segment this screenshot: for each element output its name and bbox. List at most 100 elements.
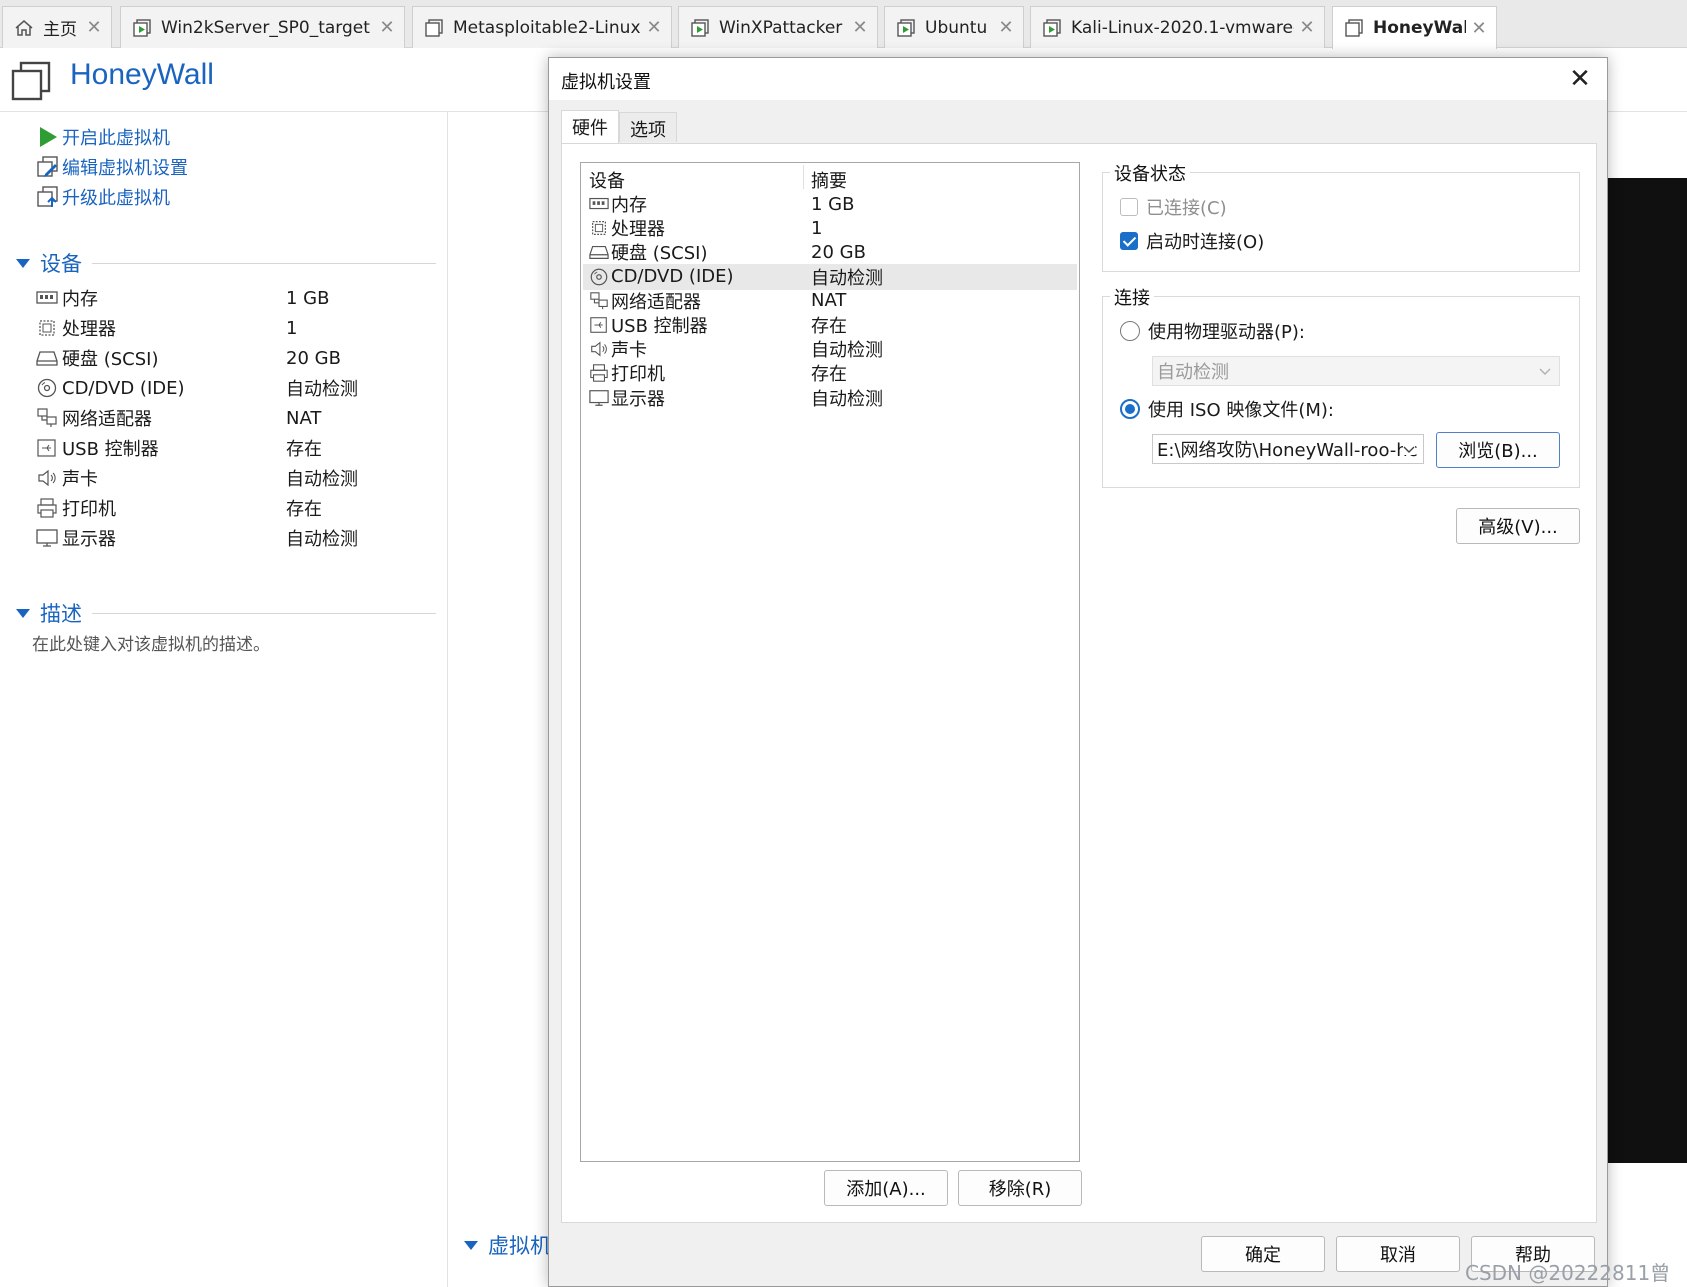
tab-win2kserver[interactable]: Win2kServer_SP0_target ✕ — [120, 6, 405, 48]
vm-icon — [425, 18, 443, 37]
hardware-page: 设备 摘要 内存 1 GB 处理器 1 硬盘 (SCSI) 20 GB CD/DVD (ID… — [561, 143, 1597, 1223]
vm-details-section-header[interactable]: 虚拟机 — [464, 1230, 551, 1260]
speaker-icon — [38, 469, 56, 487]
section-title: 虚拟机 — [488, 1234, 551, 1258]
device-summary: NAT — [811, 290, 847, 312]
close-icon[interactable]: ✕ — [1294, 17, 1320, 38]
physical-drive-select[interactable]: 自动检测 — [1152, 356, 1560, 386]
close-icon[interactable]: ✕ — [847, 17, 873, 38]
device-value: 存在 — [286, 499, 322, 520]
description-section-header[interactable]: 描述 — [14, 598, 436, 628]
device-name: 硬盘 (SCSI) — [62, 349, 159, 370]
vm-summary-pane: 开启此虚拟机 编辑虚拟机设置 升级此虚拟机 设备 内存 1 GB 处理器 1 硬盘 (S… — [0, 112, 448, 1287]
speaker-icon — [591, 341, 607, 357]
tab-winxpattacker[interactable]: WinXPattacker ✕ — [678, 6, 878, 48]
device-list-item[interactable]: 声卡 自动检测 — [583, 336, 1077, 362]
dialog-titlebar[interactable]: 虚拟机设置 ✕ — [549, 58, 1607, 100]
close-icon[interactable]: ✕ — [1563, 62, 1597, 96]
device-list-item[interactable]: 处理器 1 — [583, 215, 1077, 241]
tab-label: HoneyWall — [1373, 18, 1466, 38]
iso-image-radio[interactable]: 使用 ISO 映像文件(M): — [1120, 396, 1334, 422]
vm-running-icon — [1043, 18, 1061, 37]
device-name: CD/DVD (IDE) — [62, 377, 185, 399]
device-summary: 自动检测 — [811, 388, 883, 410]
device-list-item[interactable]: USB 控制器 存在 — [583, 312, 1077, 338]
collapse-icon — [16, 608, 30, 618]
column-header-summary[interactable]: 摘要 — [811, 167, 847, 193]
device-summary-row[interactable]: 硬盘 (SCSI) 20 GB — [34, 342, 434, 374]
device-list-item[interactable]: 网络适配器 NAT — [583, 288, 1077, 314]
device-value: NAT — [286, 407, 322, 429]
add-device-button[interactable]: 添加(A)... — [824, 1170, 948, 1206]
connected-checkbox[interactable]: 已连接(C) — [1120, 194, 1227, 220]
browse-button[interactable]: 浏览(B)... — [1436, 432, 1560, 468]
remove-device-button[interactable]: 移除(R) — [958, 1170, 1082, 1206]
chevron-down-icon[interactable] — [1403, 443, 1415, 455]
tab-hardware[interactable]: 硬件 — [561, 110, 619, 144]
tab-home[interactable]: 主页 ✕ — [2, 6, 112, 48]
checkbox-box — [1120, 198, 1138, 216]
device-summary-row[interactable]: 处理器 1 — [34, 312, 434, 344]
usb-icon — [37, 439, 56, 457]
close-icon[interactable]: ✕ — [374, 17, 400, 38]
upgrade-link[interactable]: 升级此虚拟机 — [36, 184, 170, 210]
radio-dot — [1120, 399, 1140, 419]
device-summary: 1 — [811, 217, 823, 239]
iso-path-combo[interactable]: E:\网络攻防\HoneyWall-roo-hc — [1152, 434, 1424, 464]
close-icon[interactable]: ✕ — [993, 17, 1019, 38]
printer-icon — [37, 498, 57, 518]
checkbox-box — [1120, 232, 1138, 250]
device-value: 1 GB — [286, 287, 330, 309]
device-name: 网络适配器 — [611, 291, 701, 313]
device-value: 1 — [286, 317, 298, 339]
device-summary-row[interactable]: 打印机 存在 — [34, 492, 434, 524]
chevron-down-icon — [1539, 368, 1551, 375]
column-separator[interactable] — [803, 165, 804, 189]
collapse-icon — [16, 258, 30, 268]
play-icon — [40, 127, 57, 147]
cancel-button[interactable]: 取消 — [1336, 1236, 1460, 1272]
vm-icon — [1345, 19, 1363, 37]
tab-kali[interactable]: Kali-Linux-2020.1-vmware-am... ✕ — [1030, 6, 1325, 48]
upgrade-label: 升级此虚拟机 — [62, 188, 170, 209]
vm-running-icon — [691, 18, 709, 37]
device-list-item[interactable]: 打印机 存在 — [583, 360, 1077, 386]
edit-settings-link[interactable]: 编辑虚拟机设置 — [36, 154, 188, 180]
device-summary-row[interactable]: CD/DVD (IDE) 自动检测 — [34, 372, 434, 404]
vm-console-preview[interactable] — [1600, 178, 1687, 1163]
device-list-item[interactable]: 显示器 自动检测 — [583, 385, 1077, 411]
physical-drive-radio[interactable]: 使用物理驱动器(P): — [1120, 318, 1305, 344]
device-summary-row[interactable]: 内存 1 GB — [34, 282, 434, 314]
device-list-item[interactable]: CD/DVD (IDE) 自动检测 — [583, 263, 1077, 290]
device-list-item[interactable]: 硬盘 (SCSI) 20 GB — [583, 239, 1077, 265]
watermark: CSDN @20222811曾嘉 — [1465, 1261, 1671, 1285]
tab-honeywall[interactable]: HoneyWall ✕ — [1332, 6, 1497, 49]
device-list[interactable]: 设备 摘要 内存 1 GB 处理器 1 硬盘 (SCSI) 20 GB CD/DVD (ID… — [580, 162, 1080, 1162]
tab-label: Metasploitable2-Linux — [453, 17, 641, 38]
cpu-icon — [592, 221, 606, 236]
vm-running-icon — [133, 18, 151, 37]
tab-metasploitable[interactable]: Metasploitable2-Linux ✕ — [412, 6, 672, 48]
tab-options[interactable]: 选项 — [619, 112, 677, 142]
devices-section-header[interactable]: 设备 — [14, 248, 436, 278]
device-summary-row[interactable]: 显示器 自动检测 — [34, 522, 434, 554]
device-summary-row[interactable]: USB 控制器 存在 — [34, 432, 434, 464]
device-summary-row[interactable]: 声卡 自动检测 — [34, 462, 434, 494]
close-icon[interactable]: ✕ — [81, 17, 107, 38]
network-icon — [590, 292, 608, 309]
ok-button[interactable]: 确定 — [1201, 1236, 1325, 1272]
power-on-link[interactable]: 开启此虚拟机 — [36, 124, 170, 150]
device-list-item[interactable]: 内存 1 GB — [583, 191, 1077, 217]
harddisk-icon — [36, 351, 58, 366]
description-placeholder[interactable]: 在此处键入对该虚拟机的描述。 — [32, 630, 270, 655]
radio-label: 使用物理驱动器(P): — [1148, 322, 1305, 343]
close-icon[interactable]: ✕ — [641, 17, 667, 38]
device-name: 内存 — [611, 195, 647, 216]
close-icon[interactable]: ✕ — [1466, 18, 1492, 39]
device-summary-row[interactable]: 网络适配器 NAT — [34, 402, 434, 434]
connect-at-power-on-checkbox[interactable]: 启动时连接(O) — [1120, 228, 1264, 254]
advanced-button[interactable]: 高级(V)... — [1456, 508, 1580, 544]
column-header-device[interactable]: 设备 — [589, 167, 625, 193]
device-status-group — [1102, 172, 1580, 272]
tab-ubuntu[interactable]: Ubuntu ✕ — [884, 6, 1024, 48]
